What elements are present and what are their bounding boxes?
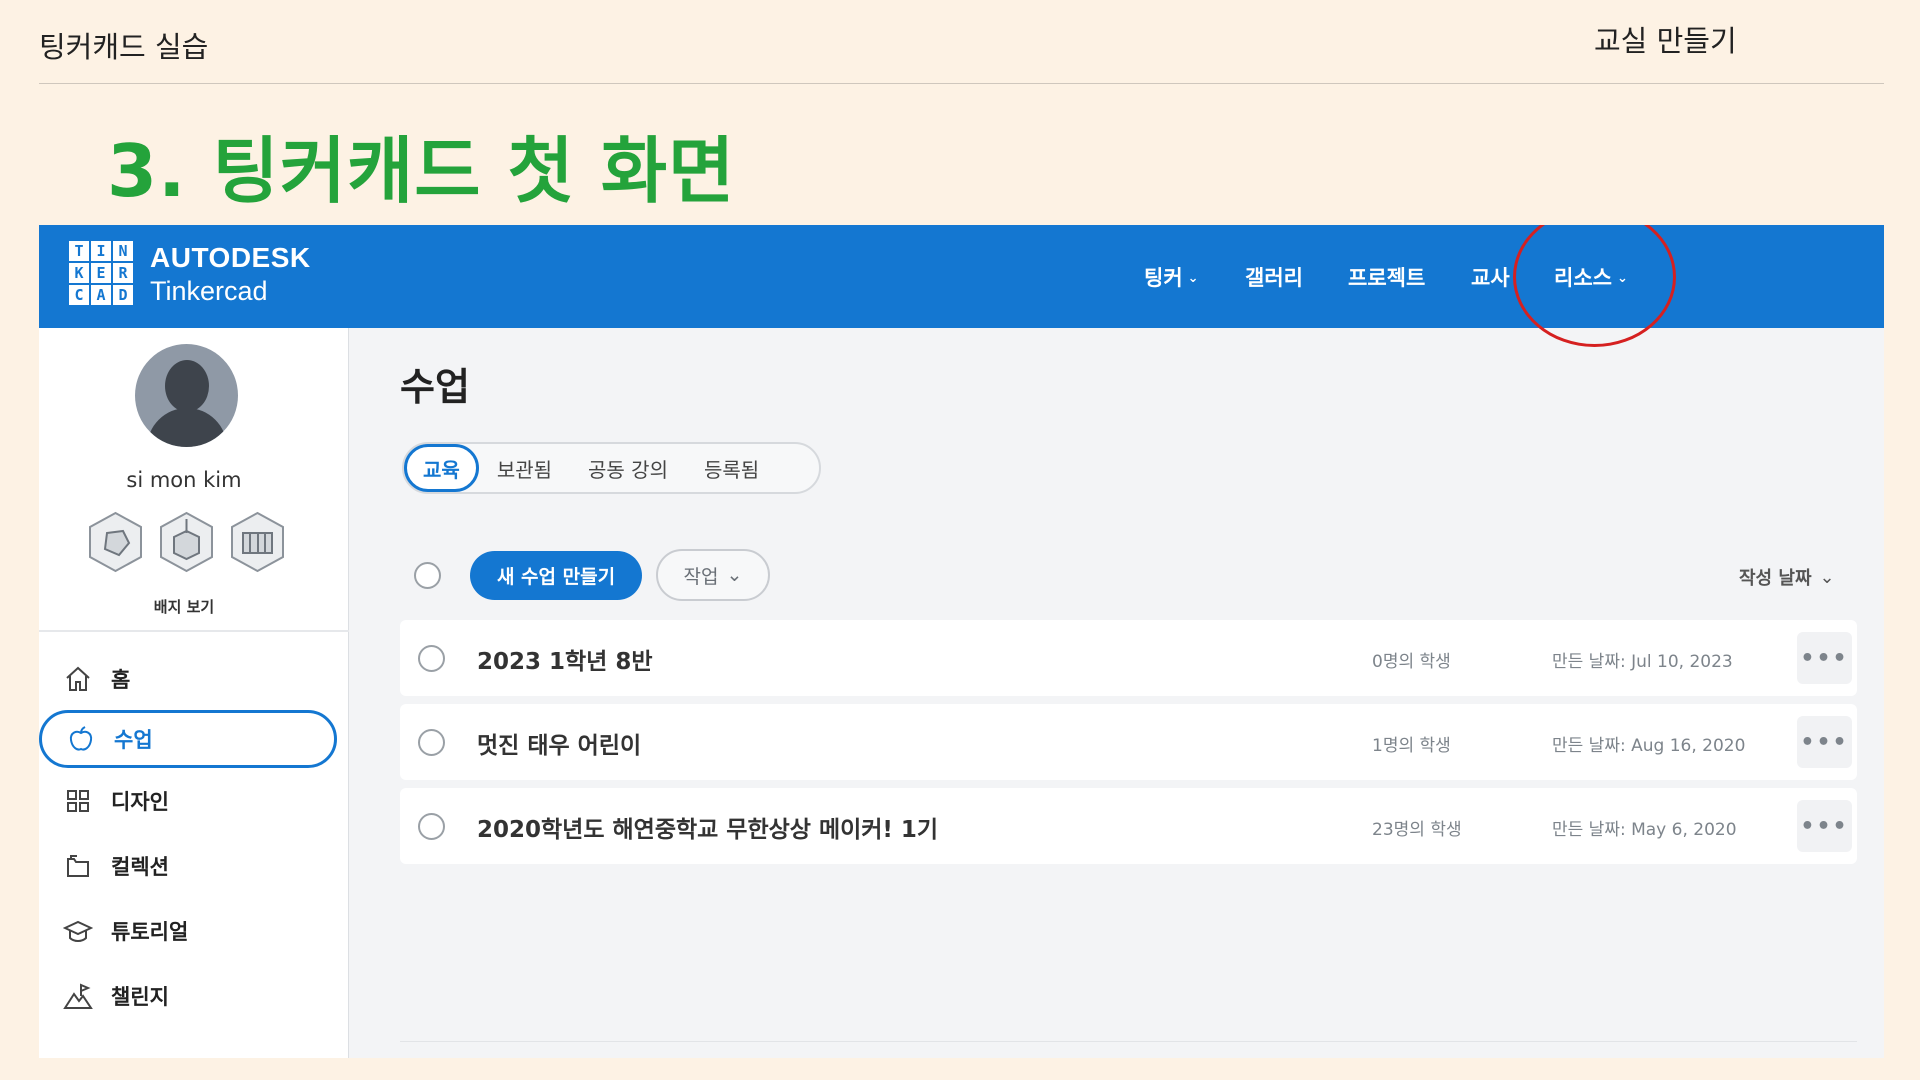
nav-tinker[interactable]: 팅커 ⌄ <box>1144 225 1199 328</box>
student-count: 0명의 학생 <box>1372 652 1451 672</box>
sidebar-item-challenges[interactable]: 챌린지 <box>39 967 339 1025</box>
class-row[interactable]: 멋진 태우 어린이 1명의 학생 만든 날짜: Aug 16, 2020 ••• <box>400 704 1857 780</box>
new-class-button[interactable]: 새 수업 만들기 <box>470 551 642 600</box>
folder-icon <box>63 851 93 881</box>
badge-list <box>87 511 286 573</box>
chevron-down-icon: ⌄ <box>1819 566 1835 588</box>
graduation-cap-icon <box>63 916 93 946</box>
class-row[interactable]: 2023 1학년 8반 0명의 학생 만든 날짜: Jul 10, 2023 •… <box>400 620 1857 696</box>
slide-subtitle: 교실 만들기 <box>1594 24 1737 58</box>
class-row[interactable]: 2020학년도 해연중학교 무한상상 메이커! 1기 23명의 학생 만든 날짜… <box>400 788 1857 864</box>
chevron-down-icon: ⌄ <box>1187 271 1199 286</box>
username: si mon kim <box>126 468 242 492</box>
nav-tinker-label: 팅커 <box>1144 265 1183 290</box>
grid-icon <box>63 786 93 816</box>
row-select-radio[interactable] <box>418 645 445 672</box>
view-badges-link[interactable]: 배지 보기 <box>39 596 329 617</box>
sidebar-item-label: 수업 <box>114 728 153 752</box>
actions-dropdown[interactable]: 작업 ⌄ <box>656 549 770 601</box>
tab-enrolled[interactable]: 등록됨 <box>686 454 777 483</box>
tinkercad-logo-icon[interactable]: T I N K E R C A D <box>69 241 133 305</box>
slide-header: 팅커캐드 실습 교실 만들기 <box>39 0 1884 84</box>
logo-letter: T <box>69 241 89 261</box>
badge-shapes-icon[interactable] <box>87 511 144 573</box>
student-count: 23명의 학생 <box>1372 820 1462 840</box>
created-date: 만든 날짜: Aug 16, 2020 <box>1552 736 1746 756</box>
class-name[interactable]: 2020학년도 해연중학교 무한상상 메이커! 1기 <box>477 810 938 844</box>
sidebar-item-label: 디자인 <box>111 790 169 814</box>
class-tabs: 교육 보관됨 공동 강의 등록됨 <box>402 442 821 494</box>
class-name[interactable]: 멋진 태우 어린이 <box>477 726 641 760</box>
nav-projects-label: 프로젝트 <box>1348 265 1426 290</box>
select-all-radio[interactable] <box>414 562 441 589</box>
badge-box-icon[interactable] <box>158 511 215 573</box>
more-options-icon[interactable]: ••• <box>1797 632 1852 684</box>
logo-letter: N <box>113 241 133 261</box>
badge-building-icon[interactable] <box>229 511 286 573</box>
student-count: 1명의 학생 <box>1372 736 1451 756</box>
brand-autodesk: AUTODESK <box>150 242 311 273</box>
tab-education[interactable]: 교육 <box>404 444 479 492</box>
logo-letter: D <box>113 285 133 305</box>
nav-teachers[interactable]: 교사 <box>1471 225 1510 328</box>
nav-projects[interactable]: 프로젝트 <box>1348 225 1425 328</box>
chevron-down-icon: ⌄ <box>726 564 743 586</box>
home-icon <box>63 664 93 694</box>
sidebar-item-collections[interactable]: 컬렉션 <box>39 837 339 895</box>
logo-letter: C <box>69 285 89 305</box>
created-date: 만든 날짜: Jul 10, 2023 <box>1552 652 1733 672</box>
logo-letter: E <box>91 263 111 283</box>
sidebar-item-label: 홈 <box>111 668 131 692</box>
logo-letter: K <box>69 263 89 283</box>
logo-letter: I <box>91 241 111 261</box>
row-select-radio[interactable] <box>418 729 445 756</box>
sidebar-item-label: 챌린지 <box>111 985 169 1009</box>
sidebar-item-classes[interactable]: 수업 <box>39 710 337 768</box>
nav-gallery[interactable]: 갤러리 <box>1245 225 1303 328</box>
more-options-icon[interactable]: ••• <box>1797 800 1852 852</box>
tab-co-teaching[interactable]: 공동 강의 <box>570 454 686 483</box>
apple-icon <box>66 724 96 754</box>
nav-teachers-label: 교사 <box>1471 265 1510 290</box>
sidebar-item-designs[interactable]: 디자인 <box>39 772 339 830</box>
created-date: 만든 날짜: May 6, 2020 <box>1552 820 1737 840</box>
sidebar-divider <box>39 630 349 632</box>
tinkercad-app: T I N K E R C A D AUTODESK Tinkercad 팅커 … <box>39 225 1884 1058</box>
avatar-silhouette-head <box>165 360 209 412</box>
page-title: 수업 <box>400 365 470 409</box>
sort-dropdown[interactable]: 작성 날짜 ⌄ <box>1739 564 1835 590</box>
sidebar-item-label: 튜토리얼 <box>111 920 189 944</box>
avatar[interactable] <box>135 344 238 447</box>
slide-title: 팅커캐드 실습 <box>39 30 209 64</box>
logo-letter: A <box>91 285 111 305</box>
sidebar: si mon kim 배지 보기 홈 수업 디자인 컬렉션 튜토리얼 챌린지 <box>39 328 349 1058</box>
avatar-silhouette-body <box>147 408 227 447</box>
brand-name[interactable]: AUTODESK Tinkercad <box>150 241 311 307</box>
sidebar-item-home[interactable]: 홈 <box>39 650 339 708</box>
logo-letter: R <box>113 263 133 283</box>
mountain-flag-icon <box>63 981 93 1011</box>
sidebar-item-label: 컬렉션 <box>111 855 169 879</box>
sort-label: 작성 날짜 <box>1739 568 1812 589</box>
actions-label: 작업 <box>683 565 719 588</box>
tab-archived[interactable]: 보관됨 <box>479 454 570 483</box>
main-content: 수업 교육 보관됨 공동 강의 등록됨 새 수업 만들기 작업 ⌄ 작성 날짜 … <box>349 328 1884 1058</box>
class-name[interactable]: 2023 1학년 8반 <box>477 642 653 676</box>
more-options-icon[interactable]: ••• <box>1797 716 1852 768</box>
sidebar-item-tutorials[interactable]: 튜토리얼 <box>39 902 339 960</box>
brand-tinkercad: Tinkercad <box>150 276 268 306</box>
row-select-radio[interactable] <box>418 813 445 840</box>
nav-gallery-label: 갤러리 <box>1245 265 1303 290</box>
section-heading: 3. 팅커캐드 첫 화면 <box>107 129 736 213</box>
list-bottom-divider <box>400 1041 1857 1042</box>
